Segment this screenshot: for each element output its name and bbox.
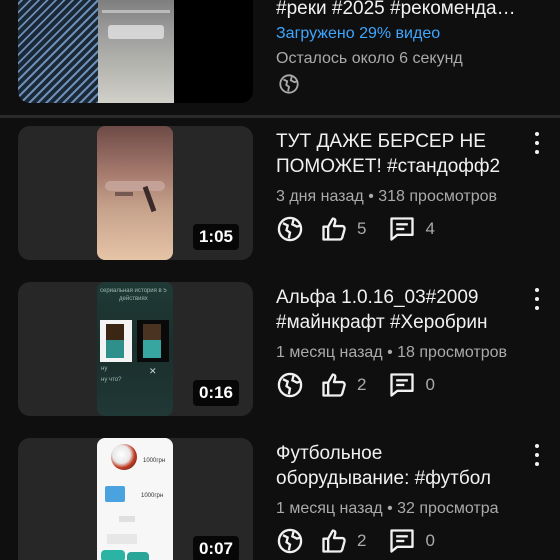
video-meta: 3 дня назад • 318 просмотров: [276, 188, 498, 205]
more-vert-icon[interactable]: [530, 288, 544, 310]
video-thumbnail-image: 1000грн 1000грн: [97, 438, 173, 560]
globe-icon: [279, 74, 299, 94]
like-count: 5: [357, 219, 367, 238]
video-title[interactable]: Альфа 1.0.16_03#2009: [276, 285, 526, 310]
video-duration: 0:07: [192, 536, 239, 560]
video-duration: 1:05: [192, 224, 239, 250]
video-thumbnail-image: [97, 126, 173, 260]
video-stats: 2 0: [276, 370, 457, 400]
video-stats: 2 0: [276, 526, 457, 556]
video-item[interactable]: 1:05 ТУТ ДАЖЕ БЕРСЕР НЕ ПОМОЖЕТ! #стандо…: [0, 126, 560, 266]
thumb-caption: действиях: [119, 296, 148, 302]
thumb-price: 1000грн: [141, 493, 164, 499]
more-vert-icon[interactable]: [530, 132, 544, 154]
upload-progress-status: Загружено 29% видео: [276, 25, 441, 42]
thumb-caption: ну что?: [101, 377, 122, 383]
globe-icon: [277, 528, 303, 554]
video-thumbnail[interactable]: сериальная история в 5 действиях ну ну ч…: [18, 282, 253, 416]
comment-count: 0: [425, 531, 435, 550]
more-vert-icon[interactable]: [530, 444, 544, 466]
video-title[interactable]: ТУТ ДАЖЕ БЕРСЕР НЕ: [276, 129, 526, 154]
video-meta: 1 месяц назад • 18 просмотров: [276, 344, 508, 361]
video-title-line2[interactable]: оборудывание: #футбол: [276, 466, 526, 491]
video-thumbnail[interactable]: 1000грн 1000грн 0:07: [18, 438, 253, 560]
thumbs-up-icon[interactable]: [320, 527, 348, 555]
video-thumbnail-image: сериальная история в 5 действиях ну ну ч…: [97, 282, 173, 416]
thumbs-up-icon[interactable]: [320, 215, 348, 243]
comment-icon[interactable]: [388, 527, 416, 555]
upload-thumbnail: [18, 0, 253, 103]
globe-icon: [277, 216, 303, 242]
section-divider: [0, 115, 560, 118]
video-thumbnail[interactable]: 1:05: [18, 126, 253, 260]
like-count: 2: [357, 531, 367, 550]
upload-title[interactable]: #реки #2025 #рекомендации: [276, 0, 526, 21]
upload-thumbnail-placeholder-stripes: [18, 0, 98, 103]
upload-thumbnail-image: [98, 0, 174, 103]
video-item[interactable]: 1000грн 1000грн 0:07 Футбольное оборудыв…: [0, 438, 560, 560]
comment-icon[interactable]: [388, 371, 416, 399]
thumb-caption: ну: [101, 366, 108, 372]
video-title-line2[interactable]: #майнкрафт #Херобрин: [276, 310, 526, 335]
like-count: 2: [357, 375, 367, 394]
comment-count: 0: [425, 375, 435, 394]
upload-item[interactable]: #реки #2025 #рекомендации Загружено 29% …: [0, 0, 560, 112]
thumb-caption: сериальная история в 5: [100, 288, 167, 294]
thumbs-up-icon[interactable]: [320, 371, 348, 399]
video-title-line2[interactable]: ПОМОЖЕТ! #стандофф2: [276, 154, 526, 179]
video-meta: 1 месяц назад • 32 просмотра: [276, 500, 499, 517]
thumb-price: 1000грн: [143, 458, 166, 464]
video-duration: 0:16: [192, 380, 239, 406]
video-title[interactable]: Футбольное: [276, 441, 526, 466]
comment-count: 4: [425, 219, 435, 238]
video-stats: 5 4: [276, 214, 457, 244]
comment-icon[interactable]: [388, 215, 416, 243]
video-item[interactable]: сериальная история в 5 действиях ну ну ч…: [0, 282, 560, 422]
upload-remaining-time: Осталось около 6 секунд: [276, 50, 463, 67]
globe-icon: [277, 372, 303, 398]
